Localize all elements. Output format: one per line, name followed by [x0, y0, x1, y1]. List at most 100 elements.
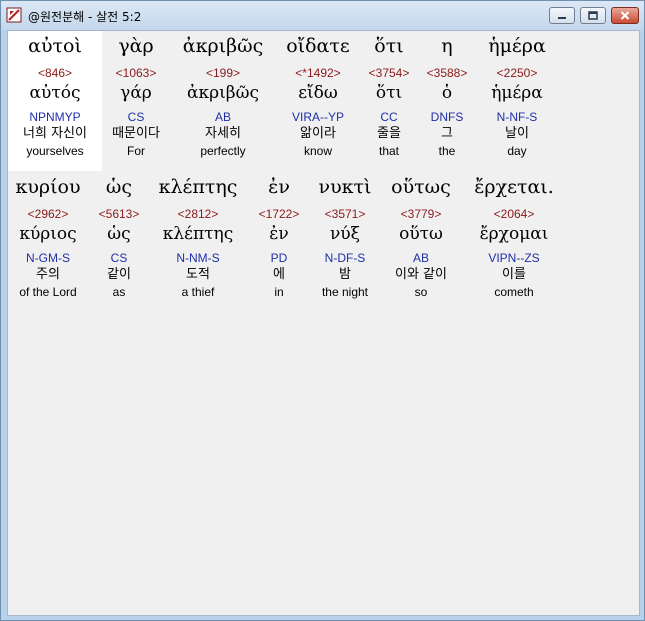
- strong-number[interactable]: <2812>: [150, 206, 246, 222]
- maximize-icon: [588, 11, 598, 20]
- greek-lemma: νύξ: [329, 224, 361, 244]
- minimize-icon: [558, 16, 566, 19]
- greek-lemma: οὕτω: [399, 224, 443, 244]
- parsing-code: AB: [412, 251, 429, 265]
- parsing-code: N-NM-S: [176, 251, 220, 265]
- english-gloss: yourselves: [26, 144, 84, 158]
- greek-lemma: κύριος: [19, 224, 77, 244]
- window-title: @원전분해 - 살전 5:2: [28, 10, 142, 24]
- korean-gloss: 날이: [505, 126, 529, 141]
- word-column[interactable]: η <3588> ὁ DNFS 그 the: [417, 32, 477, 159]
- parsing-code: PD: [270, 251, 288, 265]
- english-gloss: For: [127, 144, 145, 158]
- strong-number[interactable]: <199>: [171, 65, 275, 81]
- greek-lemma: ἔρχομαι: [479, 224, 549, 244]
- strong-number[interactable]: <2250>: [477, 65, 557, 81]
- close-icon: [620, 11, 630, 20]
- word-column[interactable]: ὡς <5613> ὡς CS 같이 as: [88, 173, 150, 300]
- greek-lemma: γάρ: [120, 83, 152, 103]
- korean-gloss: 에: [273, 267, 285, 282]
- word-column[interactable]: νυκτὶ <3571> νύξ N-DF-S 밤 the night: [312, 173, 378, 300]
- interlinear-view[interactable]: αὐτοὶ <846> αὐτός NPNMYP 너희 자신이 yourselv…: [7, 30, 640, 616]
- word-column[interactable]: ἐν <1722> ἐν PD 에 in: [246, 173, 312, 300]
- english-gloss: that: [378, 144, 399, 158]
- word-column[interactable]: κλέπτης <2812> κλέπτης N-NM-S 도적 a thief: [150, 173, 246, 300]
- parsing-code: VIRA--YP: [291, 110, 344, 124]
- english-gloss: cometh: [494, 285, 534, 299]
- english-gloss: know: [303, 144, 332, 158]
- parsing-code: CS: [110, 251, 128, 265]
- word-column[interactable]: οὕτως <3779> οὕτω AB 이와 같이 so: [378, 173, 464, 300]
- greek-lemma: ἀκριβῶς: [187, 83, 259, 103]
- title-bar[interactable]: @원전분해 - 살전 5:2: [1, 1, 644, 30]
- greek-lemma: αὐτός: [29, 83, 81, 103]
- korean-gloss: 같이: [107, 267, 131, 282]
- word-column[interactable]: ὅτι <3754> ὅτι CC 줄을 that: [361, 32, 417, 159]
- english-gloss: of the Lord: [19, 285, 77, 299]
- parsing-code: VIPN--ZS: [488, 251, 540, 265]
- word-column[interactable]: κυρίου <2962> κύριος N-GM-S 주의 of the Lo…: [8, 173, 88, 300]
- greek-surface: οὕτως: [391, 176, 451, 198]
- greek-surface: αὐτοὶ: [28, 35, 82, 57]
- word-column[interactable]: γὰρ <1063> γάρ CS 때문이다 For: [101, 32, 171, 159]
- greek-lemma: εἴδω: [298, 83, 338, 103]
- korean-gloss: 밤: [339, 267, 351, 282]
- strong-number[interactable]: <3588>: [417, 65, 477, 81]
- greek-surface: ἔρχεται.: [474, 176, 554, 198]
- strong-number[interactable]: <3779>: [378, 206, 464, 222]
- english-gloss: the night: [321, 285, 369, 299]
- english-gloss: the: [438, 144, 456, 158]
- korean-gloss: 너희 자신이: [23, 126, 87, 141]
- greek-surface: ἀκριβῶς: [182, 35, 264, 57]
- word-column[interactable]: οἴδατε <*1492> εἴδω VIRA--YP 앎이라 know: [275, 32, 361, 159]
- korean-gloss: 줄을: [377, 126, 401, 141]
- korean-gloss: 이를: [502, 267, 526, 282]
- greek-lemma: ἡμέρα: [491, 83, 543, 103]
- strong-number[interactable]: <3571>: [312, 206, 378, 222]
- strong-number[interactable]: <5613>: [88, 206, 150, 222]
- word-column[interactable]: ἡμέρα <2250> ἡμέρα N-NF-S 날이 day: [477, 32, 557, 159]
- english-gloss: perfectly: [200, 144, 246, 158]
- english-gloss: as: [112, 285, 126, 299]
- greek-lemma: ὡς: [107, 224, 131, 244]
- english-gloss: a thief: [181, 285, 215, 299]
- maximize-button[interactable]: [580, 7, 606, 24]
- english-gloss: day: [507, 144, 527, 158]
- word-column[interactable]: αὐτοὶ <846> αὐτός NPNMYP 너희 자신이 yourselv…: [10, 32, 100, 159]
- greek-lemma: ἐν: [269, 224, 289, 244]
- minimize-button[interactable]: [549, 7, 575, 24]
- word-column[interactable]: ἔρχεται. <2064> ἔρχομαι VIPN--ZS 이를 come…: [464, 173, 564, 300]
- korean-gloss: 이와 같이: [395, 267, 447, 282]
- strong-number[interactable]: <2962>: [8, 206, 88, 222]
- strong-number[interactable]: <846>: [10, 65, 100, 81]
- close-button[interactable]: [611, 7, 639, 24]
- parsing-code: CC: [380, 110, 398, 124]
- strong-number[interactable]: <3754>: [361, 65, 417, 81]
- korean-gloss: 그: [441, 126, 453, 141]
- parsing-code: N-GM-S: [26, 251, 70, 265]
- english-gloss: so: [414, 285, 428, 299]
- greek-surface: ὅτι: [374, 35, 404, 57]
- greek-surface: οἴδατε: [286, 35, 350, 57]
- parsing-code: N-DF-S: [324, 251, 366, 265]
- korean-gloss: 자세히: [205, 126, 241, 141]
- greek-surface: η: [441, 35, 453, 57]
- korean-gloss: 때문이다: [112, 126, 160, 141]
- greek-surface: ὡς: [105, 176, 133, 198]
- korean-gloss: 앎이라: [300, 126, 336, 141]
- parsing-code: CS: [127, 110, 145, 124]
- app-icon: [6, 7, 22, 23]
- strong-number[interactable]: <1063>: [101, 65, 171, 81]
- strong-number[interactable]: <2064>: [464, 206, 564, 222]
- parsing-code: DNFS: [430, 110, 464, 124]
- parsing-code: N-NF-S: [496, 110, 538, 124]
- greek-surface: ἡμέρα: [488, 35, 546, 57]
- greek-surface: ἐν: [268, 176, 290, 198]
- parsing-code: AB: [214, 110, 231, 124]
- word-column[interactable]: ἀκριβῶς <199> ἀκριβῶς AB 자세히 perfectly: [171, 32, 275, 159]
- strong-number[interactable]: <*1492>: [275, 65, 361, 81]
- korean-gloss: 주의: [36, 267, 60, 282]
- greek-surface: κλέπτης: [158, 176, 238, 198]
- greek-surface: γὰρ: [118, 35, 154, 57]
- strong-number[interactable]: <1722>: [246, 206, 312, 222]
